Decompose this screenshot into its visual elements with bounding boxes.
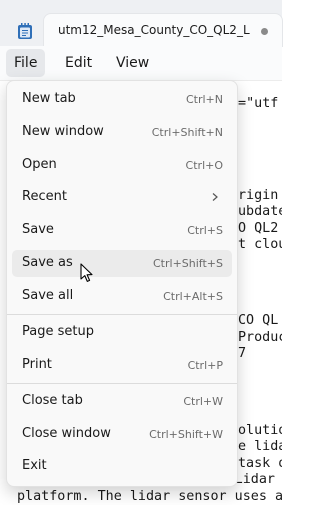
editor-line: platform. The lidar sensor uses a [17, 489, 282, 504]
menu-item-label: Close tab [22, 393, 83, 408]
menu-item-print[interactable]: Print Ctrl+P [12, 352, 232, 379]
menu-item-shortcut: Ctrl+O [185, 159, 223, 172]
menu-item-label: Save all [22, 288, 74, 303]
menu-item-shortcut: Ctrl+Shift+N [151, 126, 223, 139]
editor-line: t clou [238, 237, 282, 252]
menu-item-label: Print [22, 357, 52, 372]
chevron-right-icon [212, 193, 218, 201]
menu-item-close-tab[interactable]: Close tab Ctrl+W [12, 388, 232, 415]
menu-item-save-as[interactable]: Save as Ctrl+Shift+S [12, 250, 232, 277]
menu-item-label: Exit [22, 458, 47, 473]
editor-line: Produc [238, 330, 282, 345]
menu-edit[interactable]: Edit [57, 49, 100, 77]
menu-file[interactable]: File [6, 49, 46, 77]
menu-item-shortcut: Ctrl+N [185, 93, 223, 106]
editor-line: olution [238, 423, 282, 438]
menu-item-save[interactable]: Save Ctrl+S [12, 217, 232, 244]
file-menu-dropdown: New tab Ctrl+N New window Ctrl+Shift+N O… [6, 80, 238, 487]
menu-item-new-tab[interactable]: New tab Ctrl+N [12, 86, 232, 113]
editor-line: 7 [238, 346, 247, 361]
unsaved-dot-icon[interactable] [261, 28, 268, 35]
menu-item-shortcut: Ctrl+P [187, 359, 223, 372]
menu-item-label: Save as [22, 255, 73, 270]
editor-line: rigin [238, 188, 279, 203]
menu-item-label: New window [22, 124, 104, 139]
menu-bar: File Edit View [0, 46, 282, 81]
editor-line: CO QL [238, 313, 279, 328]
menu-view[interactable]: View [108, 49, 157, 77]
editor-line: e lida [238, 439, 282, 454]
tab-title: utm12_Mesa_County_CO_QL2_Lidar [58, 23, 250, 37]
menu-item-page-setup[interactable]: Page setup [12, 319, 232, 346]
menu-item-label: Open [22, 157, 57, 172]
menu-separator [7, 383, 237, 384]
menu-item-label: New tab [22, 91, 76, 106]
mouse-pointer-icon [80, 263, 93, 282]
menu-item-open[interactable]: Open Ctrl+O [12, 152, 232, 179]
menu-item-exit[interactable]: Exit [12, 453, 232, 480]
menu-item-label: Recent [22, 189, 67, 204]
editor-line: ubdate [238, 204, 282, 219]
document-tab[interactable]: utm12_Mesa_County_CO_QL2_Lidar [44, 14, 282, 46]
menu-item-label: Save [22, 222, 54, 237]
menu-item-shortcut: Ctrl+W [183, 395, 223, 408]
menu-item-close-window[interactable]: Close window Ctrl+Shift+W [12, 421, 232, 448]
editor-line: O QL2 [238, 221, 279, 236]
menu-separator [7, 314, 237, 315]
menu-item-shortcut: Ctrl+Shift+S [153, 257, 223, 270]
menu-item-save-all[interactable]: Save all Ctrl+Alt+S [12, 283, 232, 310]
menu-item-shortcut: Ctrl+Alt+S [163, 290, 223, 303]
editor-line: task o [238, 456, 282, 471]
menu-item-shortcut: Ctrl+Shift+W [149, 428, 223, 441]
title-bar: utm12_Mesa_County_CO_QL2_Lidar [0, 0, 282, 46]
menu-item-label: Close window [22, 426, 111, 441]
menu-item-new-window[interactable]: New window Ctrl+Shift+N [12, 119, 232, 146]
menu-item-label: Page setup [22, 324, 94, 339]
notepad-icon [18, 23, 32, 39]
menu-item-shortcut: Ctrl+S [187, 224, 223, 237]
menu-item-recent[interactable]: Recent [12, 184, 232, 211]
